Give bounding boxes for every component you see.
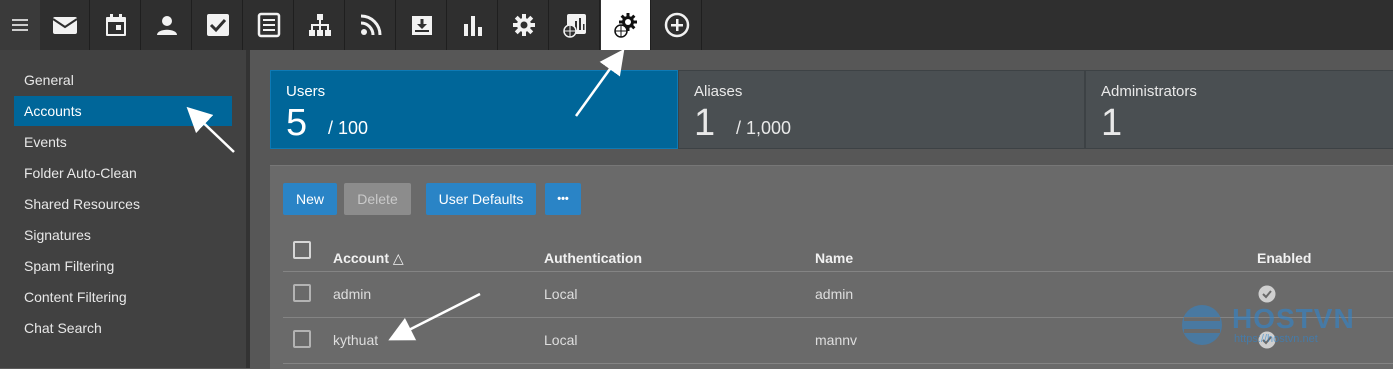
arrow-to-kythuat [388,292,481,341]
arrow-to-domain-settings [574,48,625,117]
arrow-to-accounts [186,106,235,153]
annotation-arrows [186,48,625,341]
